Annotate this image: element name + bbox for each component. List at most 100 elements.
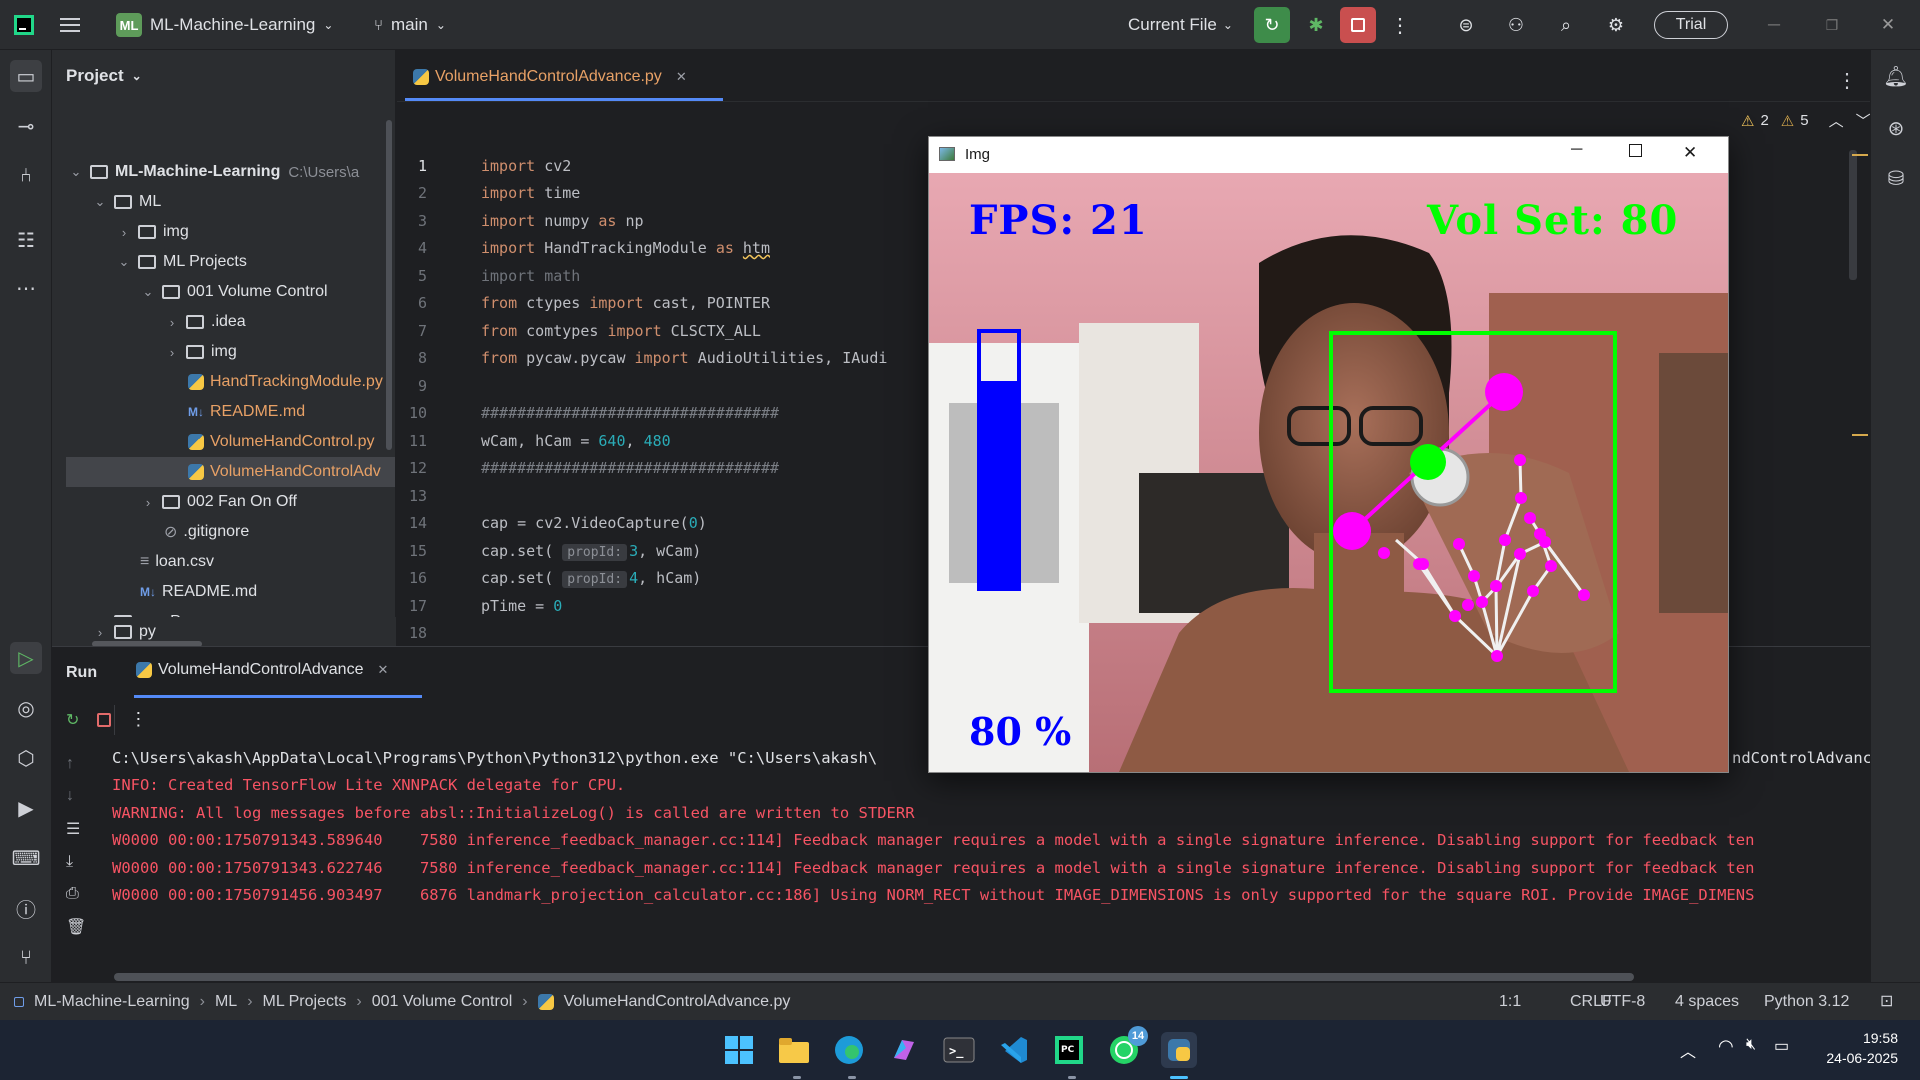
tree-node-gitignore[interactable]: ⊘ .gitignore (52, 517, 395, 547)
console-horizontal-scrollbar[interactable] (114, 973, 1634, 981)
param-hint: propId: (562, 544, 628, 561)
img-window[interactable]: Img ─ ✕ FPS: 21 Vol Set: 80 80 % (928, 136, 1729, 773)
tree-node-handtracking[interactable]: HandTrackingModule.py (52, 367, 395, 397)
breadcrumb-item[interactable]: ML (215, 993, 237, 1011)
notifications-icon[interactable]: 🔔︎ (1880, 60, 1912, 92)
terminal-app-icon[interactable]: >_ (941, 1032, 977, 1068)
project-tool-icon[interactable]: ▭ (10, 60, 42, 92)
rerun-icon[interactable]: ↻ (66, 710, 79, 730)
problems-icon[interactable]: ⓘ (10, 892, 42, 924)
tree-node-volumehandcontrol[interactable]: VolumeHandControl.py (52, 427, 395, 457)
lock-icon[interactable]: ⊡ (1880, 991, 1893, 1011)
main-menu-icon[interactable] (60, 11, 88, 39)
python-window-icon[interactable] (1161, 1032, 1197, 1068)
clock-time[interactable]: 19:58 (1822, 1030, 1898, 1046)
python-console-icon[interactable]: ▶ (10, 792, 42, 824)
more-actions-icon[interactable]: ⋮ (129, 709, 147, 730)
vscode-icon[interactable] (996, 1032, 1032, 1068)
clock-date[interactable]: 24-06-2025 (1806, 1050, 1898, 1066)
arrow-down-icon[interactable]: ↓ (66, 787, 86, 805)
breadcrumb-item[interactable]: ML Projects (263, 993, 347, 1011)
pycharm-taskbar-icon[interactable]: PC (1051, 1032, 1087, 1068)
tree-node-root[interactable]: ⌄ ML-Machine-Learning C:\Users\a (52, 157, 395, 187)
tree-node-ml-projects[interactable]: ⌄ ML Projects (52, 247, 395, 277)
ai-assistant-icon[interactable]: ⊛ (1880, 112, 1912, 144)
trial-button[interactable]: Trial (1654, 11, 1728, 39)
breadcrumb-item[interactable]: ML-Machine-Learning (34, 993, 190, 1011)
search-icon[interactable]: ⌕ (1552, 11, 1580, 39)
camera-feed: FPS: 21 Vol Set: 80 80 % (929, 173, 1728, 772)
chevron-up-icon[interactable]: ︿ (1680, 1038, 1696, 1062)
python-packages-icon[interactable]: ◎ (10, 692, 42, 724)
active-run-tab-underline (134, 695, 422, 698)
close-tab-icon[interactable]: ✕ (676, 69, 687, 85)
commit-tool-icon[interactable]: ⊸ (10, 110, 42, 142)
stop-icon[interactable] (97, 712, 112, 727)
close-icon[interactable]: ✕ (1683, 143, 1697, 163)
wifi-icon[interactable]: ◠ (1718, 1036, 1734, 1057)
tree-node-ml[interactable]: ⌄ ML (52, 187, 395, 217)
edge-icon[interactable] (831, 1032, 867, 1068)
file-explorer-icon[interactable] (776, 1032, 812, 1068)
pull-requests-icon[interactable]: ⑃ (10, 160, 42, 192)
add-user-icon[interactable]: ⚇ (1502, 11, 1530, 39)
whatsapp-icon[interactable]: 14 (1106, 1026, 1148, 1068)
start-icon[interactable] (721, 1032, 757, 1068)
pycharm-logo-icon[interactable] (12, 11, 40, 39)
structure-tool-icon[interactable]: ☷ (10, 224, 42, 256)
breadcrumb-item[interactable]: VolumeHandControlAdvance.py (564, 993, 791, 1011)
speaker-muted-icon[interactable]: 🔇︎ (1746, 1036, 1756, 1054)
battery-icon[interactable]: ▭ (1774, 1036, 1789, 1056)
services-icon[interactable]: ⬡ (10, 742, 42, 774)
git-icon[interactable]: ⑂ (10, 942, 42, 974)
tree-node-idea[interactable]: › .idea (52, 307, 395, 337)
close-tab-icon[interactable]: ✕ (377, 662, 388, 678)
more-tools-icon[interactable]: ⋯ (10, 272, 42, 304)
tree-node-readme[interactable]: M↓ README.md (52, 397, 395, 427)
branch-switcher[interactable]: ⑂ main ⌄ (374, 11, 446, 39)
maximize-icon[interactable] (1629, 144, 1642, 157)
rerun-button[interactable]: ↻ (1254, 7, 1290, 43)
tree-node-fan-on-off[interactable]: › 002 Fan On Off (52, 487, 395, 517)
left-tool-strip: ▭ ⊸ ⑃ ☷ ⋯ ▷ ◎ ⬡ ▶ ⌨ ⓘ ⑂ (0, 50, 52, 982)
copilot-icon[interactable] (886, 1032, 922, 1068)
gear-icon[interactable]: ⚙ (1602, 11, 1630, 39)
trash-icon[interactable]: 🗑︎ (66, 917, 86, 937)
minimize-icon[interactable]: ─ (1571, 141, 1582, 159)
database-icon[interactable]: ⛁ (1880, 162, 1912, 194)
project-scrollbar[interactable] (386, 120, 392, 450)
print-icon[interactable]: ⎙ (66, 885, 86, 903)
caret-position[interactable]: 1:1 (1499, 993, 1521, 1011)
debug-button[interactable]: ✱ (1302, 11, 1330, 39)
editor-tab-active[interactable]: VolumeHandControlAdvance.py ✕ (413, 64, 687, 90)
indent-setting[interactable]: 4 spaces (1675, 993, 1739, 1011)
tree-node-volume-control[interactable]: ⌄ 001 Volume Control (52, 277, 395, 307)
restore-icon[interactable]: ❐ (1820, 11, 1844, 39)
run-tool-icon[interactable]: ▷ (10, 642, 42, 674)
breadcrumb-item[interactable]: 001 Volume Control (372, 993, 513, 1011)
stop-button[interactable] (1340, 7, 1376, 43)
run-config-selector[interactable]: Current File ⌄ (1128, 11, 1233, 39)
python-interpreter[interactable]: Python 3.12 (1764, 993, 1849, 1011)
more-actions-icon[interactable]: ⋮ (1390, 11, 1410, 39)
run-tab[interactable]: VolumeHandControlAdvance ✕ (136, 661, 388, 679)
tree-node-readme-2[interactable]: M↓ README.md (52, 577, 395, 607)
scroll-to-end-icon[interactable]: ⤓ (66, 853, 86, 871)
tab-more-icon[interactable]: ⋮ (1837, 68, 1857, 93)
soft-wrap-icon[interactable]: ☰ (66, 819, 86, 839)
tree-node-volumehandcontroladvance[interactable]: VolumeHandControlAdv (66, 457, 395, 487)
folder-icon (186, 315, 204, 329)
close-icon[interactable]: ✕ (1876, 11, 1900, 39)
project-panel-header[interactable]: Project ⌄ (66, 66, 142, 86)
arrow-up-icon[interactable]: ↑ (66, 755, 86, 773)
file-encoding[interactable]: UTF-8 (1600, 993, 1645, 1011)
terminal-icon[interactable]: ⌨ (10, 842, 42, 874)
tree-overflow: › py (52, 617, 396, 647)
tree-node-img-2[interactable]: › img (52, 337, 395, 367)
tree-node-img[interactable]: › img (52, 217, 395, 247)
code-with-me-icon[interactable]: ⊜ (1452, 11, 1480, 39)
project-switcher[interactable]: ML ML-Machine-Learning ⌄ (116, 11, 333, 39)
img-window-titlebar[interactable]: Img ─ ✕ (929, 137, 1728, 173)
tree-node-loan-csv[interactable]: ≡ loan.csv (52, 547, 395, 577)
minimize-icon[interactable]: ─ (1762, 11, 1786, 39)
